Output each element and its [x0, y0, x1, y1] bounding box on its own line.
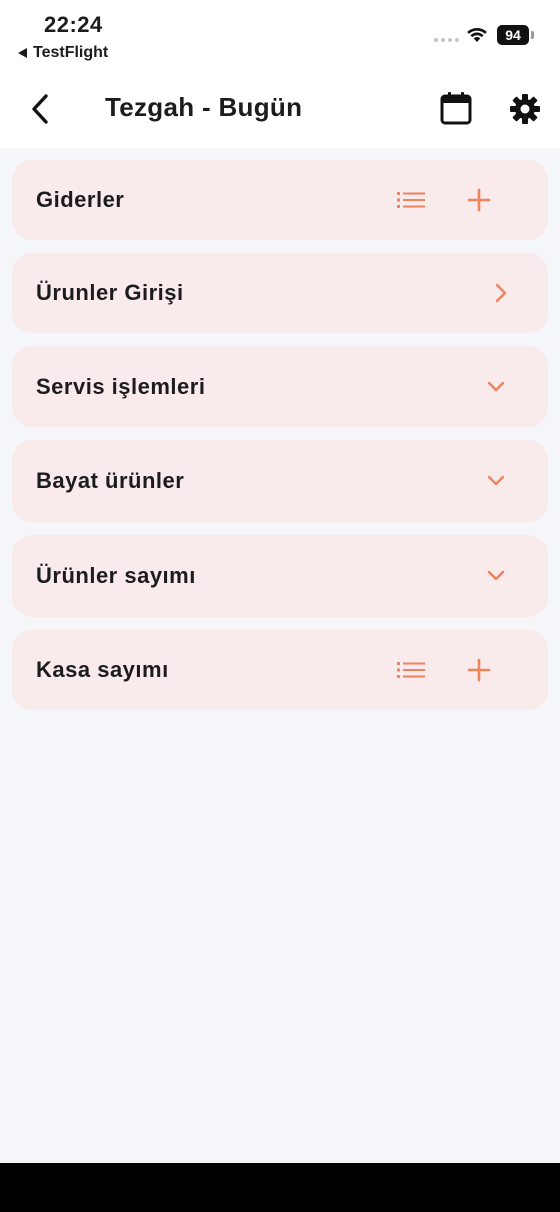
list-icon[interactable] — [397, 191, 425, 209]
screen: 22:24 TestFlight 94 Tezgah - Bugün Gider… — [0, 0, 560, 1212]
back-to-app-link[interactable]: TestFlight — [18, 44, 108, 62]
chevron-down-icon[interactable] — [486, 569, 506, 583]
back-chevron-icon[interactable] — [26, 90, 56, 128]
section-label: Kasa sayımı — [36, 657, 169, 682]
calendar-icon[interactable] — [440, 91, 472, 125]
nav-bar: Tezgah - Bugün — [0, 72, 560, 148]
section-label: Ürünler sayımı — [36, 563, 196, 588]
section-urunler-sayimi[interactable]: Ürünler sayımı — [12, 535, 548, 617]
section-urunler-girisi[interactable]: Ürunler Girişi — [12, 253, 548, 333]
page-title: Tezgah - Bugün — [105, 92, 303, 122]
section-giderler[interactable]: Giderler — [12, 160, 548, 240]
wifi-icon — [467, 27, 487, 42]
status-time: 22:24 — [44, 12, 103, 37]
section-label: Servis işlemleri — [36, 373, 206, 399]
battery-indicator: 94 — [497, 25, 529, 45]
bottom-black-bar — [0, 1163, 560, 1212]
section-label: Ürunler Girişi — [36, 280, 184, 305]
gear-icon[interactable] — [509, 93, 541, 125]
back-triangle-icon — [18, 48, 27, 58]
back-app-label: TestFlight — [33, 44, 109, 61]
battery-tip — [531, 31, 534, 39]
section-list: Giderler Ürunler Girişi Servis işlemleri — [12, 160, 548, 723]
chevron-down-icon[interactable] — [486, 380, 506, 394]
section-label: Giderler — [36, 187, 125, 212]
cellular-signal-icon — [434, 38, 459, 42]
section-kasa-sayimi[interactable]: Kasa sayımı — [12, 630, 548, 710]
chevron-right-icon[interactable] — [493, 281, 509, 305]
section-servis-islemleri[interactable]: Servis işlemleri — [12, 346, 548, 427]
status-bar: 22:24 TestFlight 94 — [0, 0, 560, 72]
list-icon[interactable] — [397, 661, 425, 679]
plus-icon[interactable] — [467, 188, 491, 212]
section-label: Bayat ürünler — [36, 468, 185, 493]
section-bayat-urunler[interactable]: Bayat ürünler — [12, 440, 548, 522]
chevron-down-icon[interactable] — [486, 474, 506, 488]
plus-icon[interactable] — [467, 658, 491, 682]
